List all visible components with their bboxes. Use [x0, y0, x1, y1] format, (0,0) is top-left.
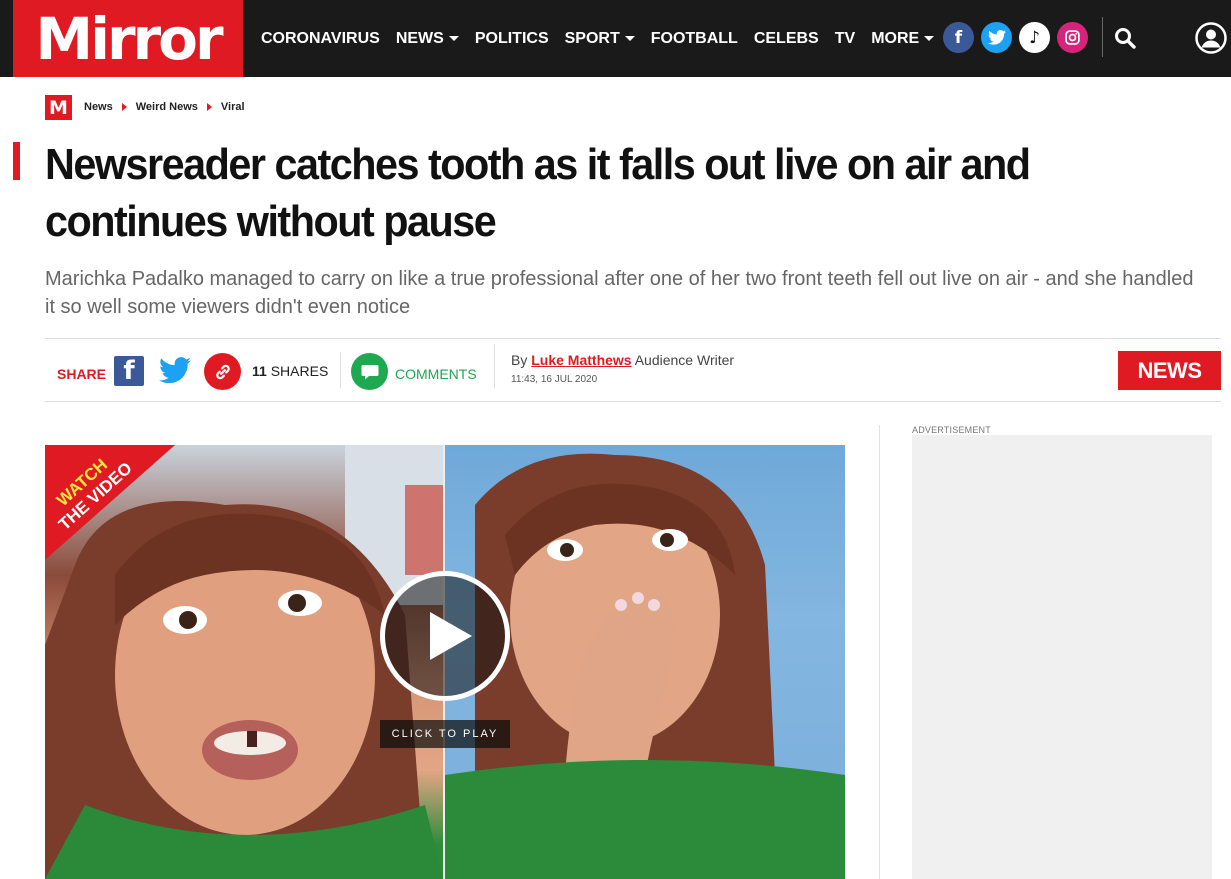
comment-bubble-icon	[361, 364, 378, 379]
click-to-play-label[interactable]: CLICK TO PLAY	[380, 720, 510, 748]
advertisement-label: ADVERTISEMENT	[912, 425, 991, 435]
main-nav: CORONAVIRUS NEWS POLITICS SPORT FOOTBALL…	[261, 0, 950, 77]
mirror-logo[interactable]: Mirror	[13, 0, 243, 77]
nav-item-more[interactable]: MORE	[871, 30, 935, 48]
nav-item-football[interactable]: FOOTBALL	[651, 30, 738, 48]
sidebar-divider	[879, 425, 880, 879]
breadcrumb-arrow-icon	[206, 103, 212, 111]
search-icon[interactable]	[1114, 27, 1136, 49]
facebook-icon: f	[123, 356, 135, 386]
author-role: Audience Writer	[634, 352, 735, 368]
video-player[interactable]: WATCH THE VIDEO CLICK TO PLAY	[45, 445, 845, 879]
article-headline: Newsreader catches tooth as it falls out…	[45, 140, 1031, 246]
comments-button[interactable]	[351, 353, 388, 390]
nav-item-tv[interactable]: TV	[835, 30, 855, 48]
headline-accent-bar	[13, 142, 20, 180]
nav-item-sport[interactable]: SPORT	[565, 30, 635, 48]
article-standfirst: Marichka Padalko managed to carry on lik…	[45, 268, 1194, 318]
breadcrumb-weird-news[interactable]: Weird News	[136, 101, 198, 113]
author-link[interactable]: Luke Matthews	[531, 352, 631, 368]
section-badge-news[interactable]: NEWS	[1118, 351, 1221, 390]
comments-link[interactable]: COMMENTS	[395, 366, 477, 382]
nav-item-politics[interactable]: POLITICS	[475, 30, 549, 48]
facebook-icon[interactable]: f	[943, 22, 974, 53]
advertisement-slot[interactable]	[912, 435, 1212, 879]
facebook-share-button[interactable]: f	[114, 356, 144, 386]
publish-timestamp: 11:43, 16 JUL 2020	[511, 374, 598, 385]
twitter-share-button[interactable]	[159, 357, 191, 385]
user-account-icon[interactable]	[1195, 22, 1227, 54]
twitter-icon	[159, 357, 191, 384]
top-navigation-bar: Mirror CORONAVIRUS NEWS POLITICS SPORT F…	[0, 0, 1231, 77]
instagram-icon[interactable]	[1057, 22, 1088, 53]
share-count: 11 SHARES	[252, 363, 329, 379]
tiktok-icon[interactable]: ♪	[1019, 22, 1050, 53]
watch-video-ribbon: WATCH THE VIDEO	[45, 445, 175, 560]
nav-item-news[interactable]: NEWS	[396, 30, 459, 48]
nav-item-celebs[interactable]: CELEBS	[754, 30, 819, 48]
mirror-small-logo[interactable]: M	[45, 95, 72, 120]
breadcrumb-news[interactable]: News	[84, 101, 113, 113]
share-bar-bottom-rule	[45, 401, 1221, 402]
breadcrumb-viral[interactable]: Viral	[221, 101, 245, 113]
byline: By Luke Matthews Audience Writer	[511, 352, 735, 368]
play-icon	[430, 612, 472, 660]
share-divider	[340, 352, 341, 388]
share-label: SHARE	[57, 366, 107, 382]
chevron-down-icon	[448, 36, 459, 41]
twitter-icon[interactable]	[981, 22, 1012, 53]
share-bar-top-rule	[45, 338, 1221, 339]
breadcrumb-arrow-icon	[121, 103, 127, 111]
link-icon	[215, 364, 230, 379]
byline-divider	[494, 344, 495, 388]
video-still-right	[445, 445, 845, 879]
nav-divider	[1102, 17, 1103, 57]
breadcrumb: News Weird News Viral	[84, 101, 245, 113]
copy-link-button[interactable]	[204, 353, 241, 390]
nav-item-coronavirus[interactable]: CORONAVIRUS	[261, 30, 380, 48]
chevron-down-icon	[624, 36, 635, 41]
chevron-down-icon	[924, 36, 935, 41]
play-button[interactable]	[380, 571, 510, 701]
